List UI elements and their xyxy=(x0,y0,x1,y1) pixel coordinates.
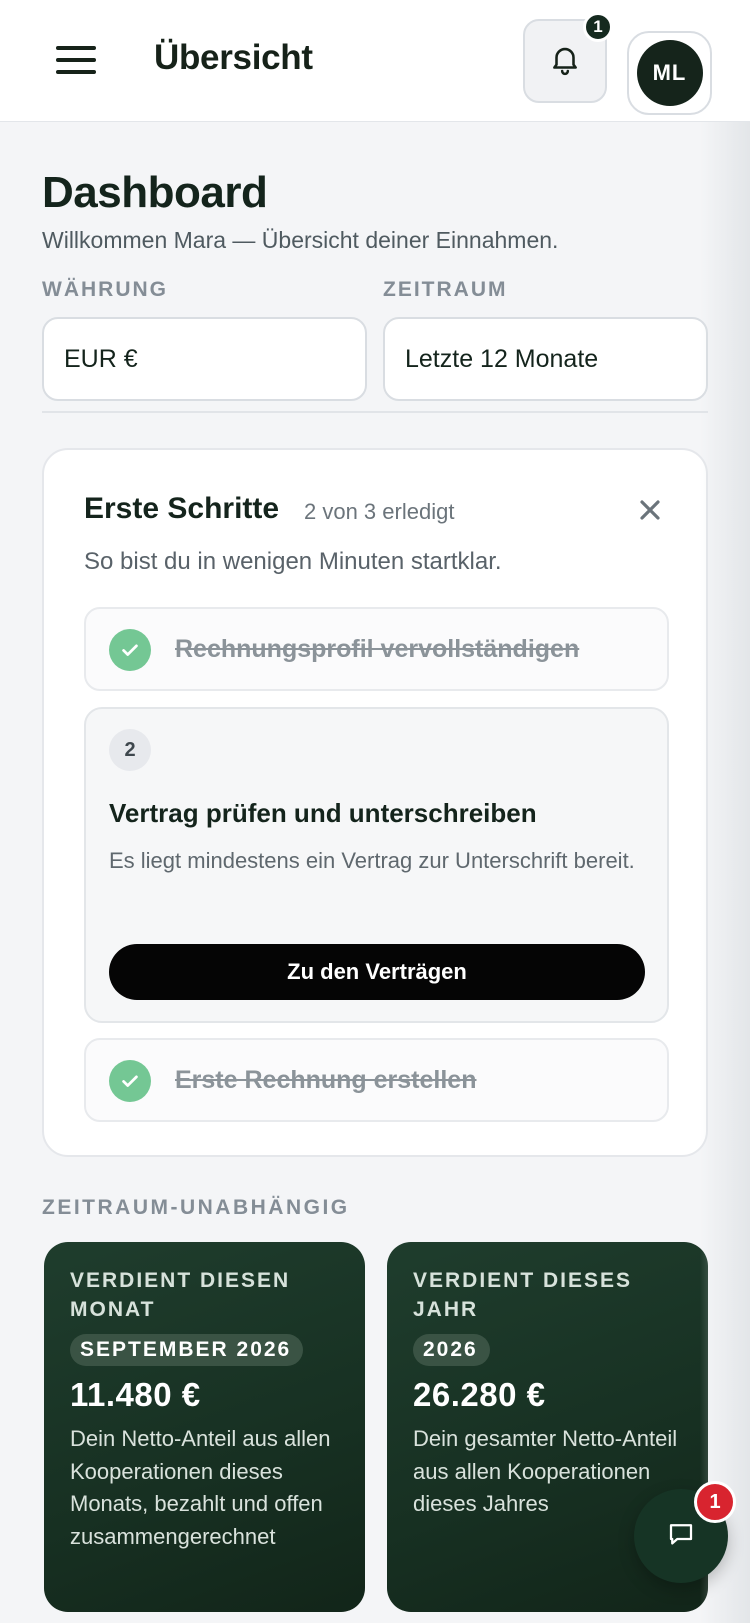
step-item-contract: 2 Vertrag prüfen und unterschreiben Es l… xyxy=(84,707,669,1023)
contracts-button[interactable]: Zu den Verträgen xyxy=(109,944,645,1000)
step-item-invoice[interactable]: Erste Rechnung erstellen xyxy=(84,1038,669,1122)
stat-label-line: VERDIENT DIESEN xyxy=(70,1269,291,1292)
stat-label: VERDIENT DIESES JAHR xyxy=(413,1266,682,1324)
menu-icon[interactable] xyxy=(56,44,96,76)
period-badge: SEPTEMBER 2026 xyxy=(70,1334,304,1366)
step-title: Vertrag prüfen und unterschreiben xyxy=(109,798,537,828)
currency-select[interactable]: EUR € xyxy=(42,317,367,401)
onboarding-description: So bist du in wenigen Minuten startklar. xyxy=(84,548,502,575)
close-button[interactable] xyxy=(632,494,668,530)
close-icon xyxy=(638,498,662,527)
onboarding-title: Erste Schritte xyxy=(84,492,280,525)
avatar: ML xyxy=(636,40,703,106)
period-select[interactable]: Letzte 12 Monate xyxy=(383,317,708,401)
step-label: Rechnungsprofil vervollständigen xyxy=(175,635,580,663)
check-icon xyxy=(109,1060,151,1102)
step-label: Erste Rechnung erstellen xyxy=(175,1066,477,1094)
step-description: Es liegt mindestens ein Vertrag zur Unte… xyxy=(109,848,635,873)
onboarding-card: Erste Schritte 2 von 3 erledigt So bist … xyxy=(42,448,708,1157)
currency-label: WÄHRUNG xyxy=(42,278,168,301)
chat-unread-badge: 1 xyxy=(694,1481,736,1523)
period-badge: 2026 xyxy=(413,1334,490,1366)
page-title: Dashboard xyxy=(42,168,268,217)
stat-label-line: VERDIENT DIESES xyxy=(413,1269,633,1292)
top-bar: Übersicht 1 ML xyxy=(0,0,750,122)
stat-description: Dein gesamter Netto-Anteil aus allen Koo… xyxy=(413,1426,678,1516)
page-subtitle: Willkommen Mara — Übersicht deiner Einna… xyxy=(42,227,559,253)
divider xyxy=(42,411,708,413)
check-icon xyxy=(109,629,151,671)
header-title: Übersicht xyxy=(154,38,313,77)
stat-description: Dein Netto-Anteil aus allen Kooperatione… xyxy=(70,1426,331,1549)
step-number: 2 xyxy=(109,729,151,771)
onboarding-progress: 2 von 3 erledigt xyxy=(304,499,455,524)
period-label: ZEITRAUM xyxy=(383,278,508,301)
stat-value: 11.480 € xyxy=(70,1376,201,1413)
notification-badge: 1 xyxy=(583,12,613,42)
step-item-profile[interactable]: Rechnungsprofil vervollständigen xyxy=(84,607,669,691)
stat-label-line: JAHR xyxy=(413,1298,479,1321)
chat-icon xyxy=(666,1519,696,1554)
bell-icon xyxy=(548,42,582,81)
profile-button[interactable]: ML xyxy=(627,31,712,115)
stat-card-month: VERDIENT DIESEN MONAT SEPTEMBER 2026 11.… xyxy=(44,1242,365,1612)
stat-value: 26.280 € xyxy=(413,1376,546,1413)
stat-label: VERDIENT DIESEN MONAT xyxy=(70,1266,339,1324)
section-label: ZEITRAUM-UNABHÄNGIG xyxy=(42,1196,350,1219)
stat-label-line: MONAT xyxy=(70,1298,156,1321)
